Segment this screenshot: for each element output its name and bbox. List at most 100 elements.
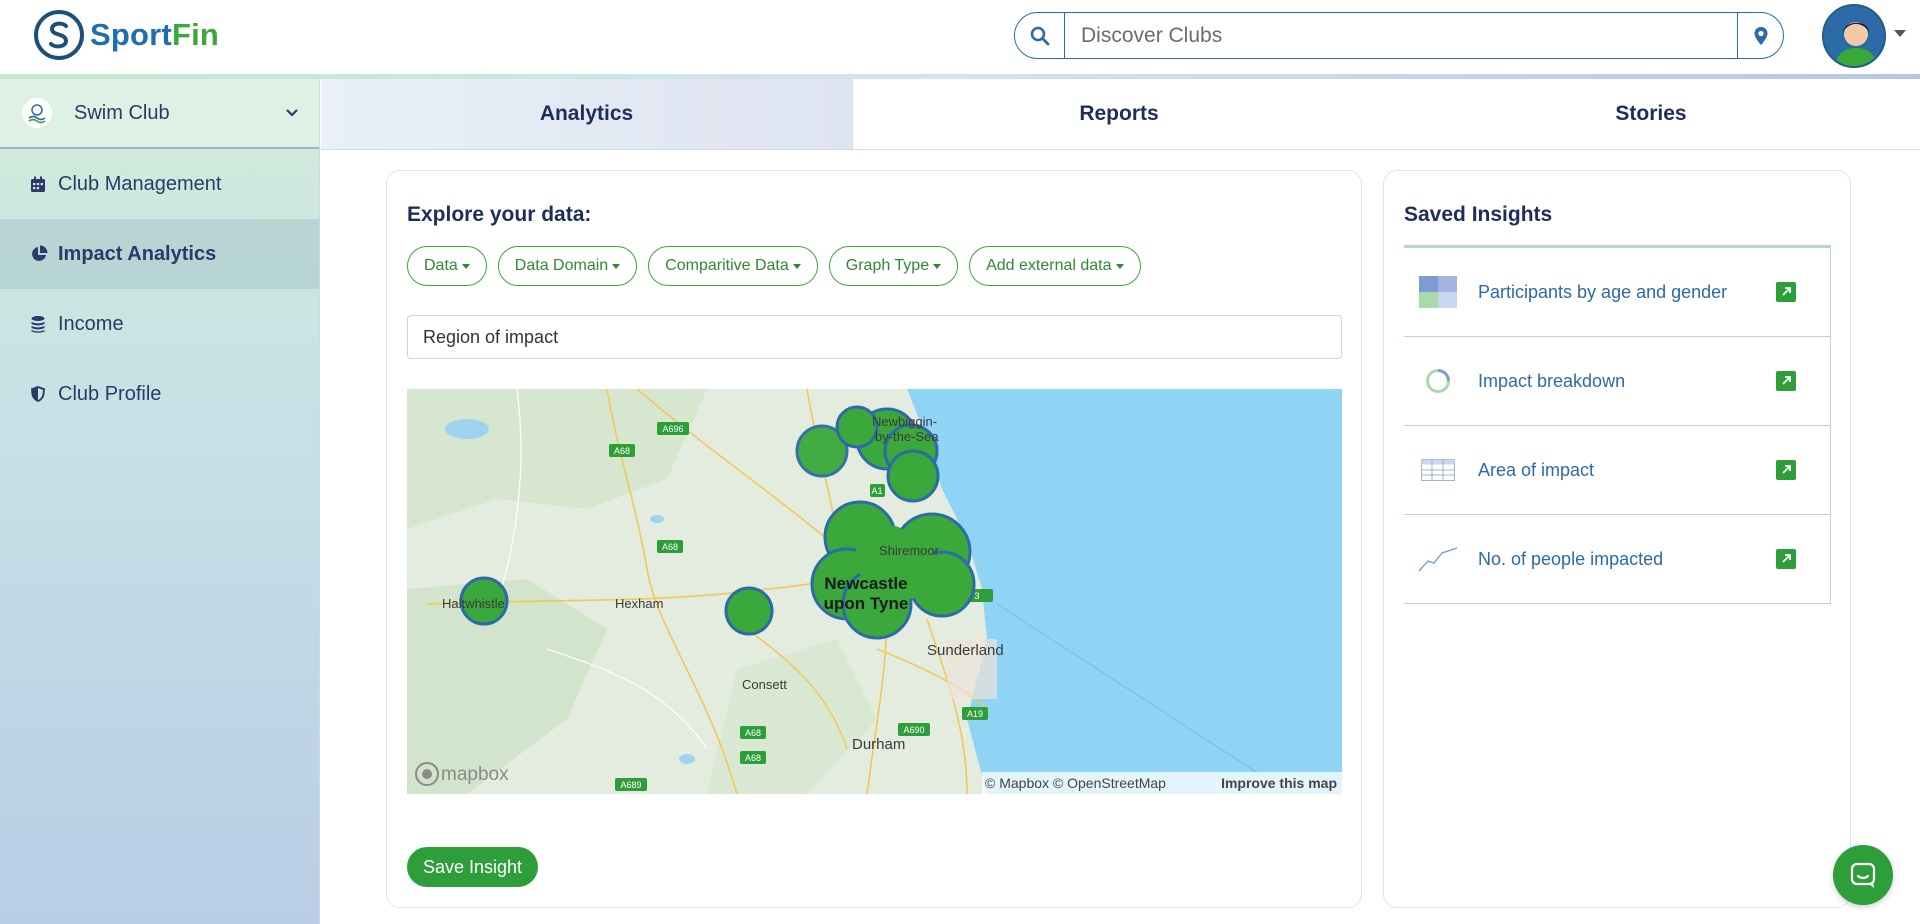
search-icon [1030,26,1049,45]
impact-map[interactable]: A696 A68 A1 A68 3 A68 A68 A690 A19 A689 [407,389,1342,794]
sidebar-item-label: Income [58,312,124,335]
saved-insights-card: Saved Insights Participants by age and g… [1383,170,1851,908]
sidebar-item-club-management[interactable]: Club Management [0,149,319,219]
location-button[interactable] [1737,13,1783,58]
saved-insight-participants[interactable]: Participants by age and gender [1404,248,1831,337]
search-button[interactable] [1015,13,1065,58]
saved-insight-people-impacted[interactable]: No. of people impacted [1404,515,1831,604]
account-menu-caret-icon[interactable] [1894,30,1906,37]
improve-map-link[interactable]: Improve this map [1221,775,1337,791]
road-shield: A68 [740,726,766,739]
saved-insights-title: Saved Insights [1404,203,1553,226]
mapbox-logo-text: mapbox [441,764,509,785]
club-selector[interactable]: Swim Club [0,79,319,149]
caret-down-icon [612,263,621,269]
road-shield: A696 [657,422,689,435]
saved-insight-label: Area of impact [1478,459,1595,480]
sidebar: Swim Club Club Management Impact Analyti… [0,79,320,924]
graph-type-dropdown[interactable]: Graph Type [828,246,959,286]
saved-insight-impact-breakdown[interactable]: Impact breakdown [1404,337,1831,426]
save-insight-button[interactable]: Save Insight [407,847,539,887]
search-bar [1014,12,1784,59]
saved-insight-label: Impact breakdown [1478,370,1626,391]
ring-thumb-icon [1418,364,1458,398]
club-name: Swim Club [74,101,170,124]
region-of-impact-field[interactable]: Region of impact [407,315,1342,359]
map-pin-icon [1754,26,1767,45]
sidebar-item-label: Impact Analytics [58,242,217,265]
svg-text:3: 3 [974,591,979,601]
svg-text:A690: A690 [903,725,924,735]
sportfin-logo[interactable]: SportFin [34,10,219,60]
saved-insight-label: No. of people impacted [1478,548,1664,569]
svg-text:A1: A1 [871,486,882,496]
open-external-icon[interactable] [1776,282,1796,302]
road-shield: A19 [962,707,988,720]
calendar-icon [30,176,48,193]
place-label-durham: Durham [852,736,905,753]
user-avatar[interactable] [1822,4,1886,68]
map-attribution[interactable]: © Mapbox © OpenStreetMap [985,775,1166,791]
caret-down-icon [792,263,801,269]
chat-icon [1850,862,1876,888]
tab-analytics[interactable]: Analytics [321,79,853,149]
data-dropdown[interactable]: Data [407,246,487,286]
coins-icon [30,315,48,333]
caret-down-icon [461,263,470,269]
open-external-icon[interactable] [1776,549,1796,569]
search-input[interactable] [1065,13,1737,58]
road-shield: A68 [657,540,683,553]
sidebar-item-income[interactable]: Income [0,289,319,359]
sidebar-item-club-profile[interactable]: Club Profile [0,359,319,429]
dropdown-label: Comparitive Data [665,257,789,274]
sidebar-item-label: Club Management [58,172,222,195]
analytics-tabs: Analytics Reports Stories [321,79,1920,150]
sidebar-item-impact-analytics[interactable]: Impact Analytics [0,219,319,289]
pie-chart-icon [30,245,48,263]
dropdown-label: Add external data [986,257,1112,274]
add-external-data-dropdown[interactable]: Add external data [969,246,1141,286]
road-shield: A68 [609,444,635,457]
map-canvas[interactable]: A696 A68 A1 A68 3 A68 A68 A690 A19 A689 [407,389,1342,794]
tab-reports[interactable]: Reports [853,79,1385,149]
svg-text:A68: A68 [745,728,761,738]
dropdown-label: Data Domain [514,257,609,274]
logo-mark-icon [34,10,84,60]
open-external-icon[interactable] [1776,371,1796,391]
road-shield: A68 [740,751,766,764]
place-label-sunderland: Sunderland [927,642,1004,659]
table-thumb-icon [1418,453,1458,487]
svg-text:A689: A689 [620,780,641,790]
svg-text:A68: A68 [662,542,678,552]
comparative-data-dropdown[interactable]: Comparitive Data [648,246,818,286]
road-shield: A689 [615,778,647,791]
caret-down-icon [1115,263,1124,269]
tab-stories[interactable]: Stories [1385,79,1917,149]
open-external-icon[interactable] [1776,460,1796,480]
saved-insight-area-of-impact[interactable]: Area of impact [1404,426,1831,515]
line-thumb-icon [1418,542,1458,576]
saved-insights-list: Participants by age and gender Impact br… [1404,245,1831,604]
shield-icon [30,385,48,403]
place-label-newcastle-line2: upon Tyne [824,594,909,613]
svg-text:A68: A68 [745,753,761,763]
place-label-newcastle: Newcastle [824,574,907,593]
place-label-consett: Consett [742,677,787,692]
explore-title: Explore your data: [407,203,592,226]
top-bar: SportFin [0,0,1920,74]
place-label-shiremoor: Shiremoor [879,543,940,558]
road-shield: A690 [898,723,930,736]
place-label-newbiggin: Newbiggin- [872,414,937,429]
svg-text:A19: A19 [967,709,983,719]
place-label-newbiggin-line2: by-the-Sea [875,429,939,444]
data-domain-dropdown[interactable]: Data Domain [497,246,638,286]
explore-data-card: Explore your data: Data Data Domain Comp… [386,170,1362,908]
sidebar-item-label: Club Profile [58,382,162,405]
logo-text: SportFin [90,17,220,52]
svg-text:A696: A696 [662,424,683,434]
heatmap-thumb-icon [1418,275,1458,309]
place-label-haltwhistle: Haltwhistle [442,596,505,611]
place-label-hexham: Hexham [615,596,663,611]
dropdown-label: Graph Type [845,257,930,274]
chat-button[interactable] [1833,845,1893,905]
